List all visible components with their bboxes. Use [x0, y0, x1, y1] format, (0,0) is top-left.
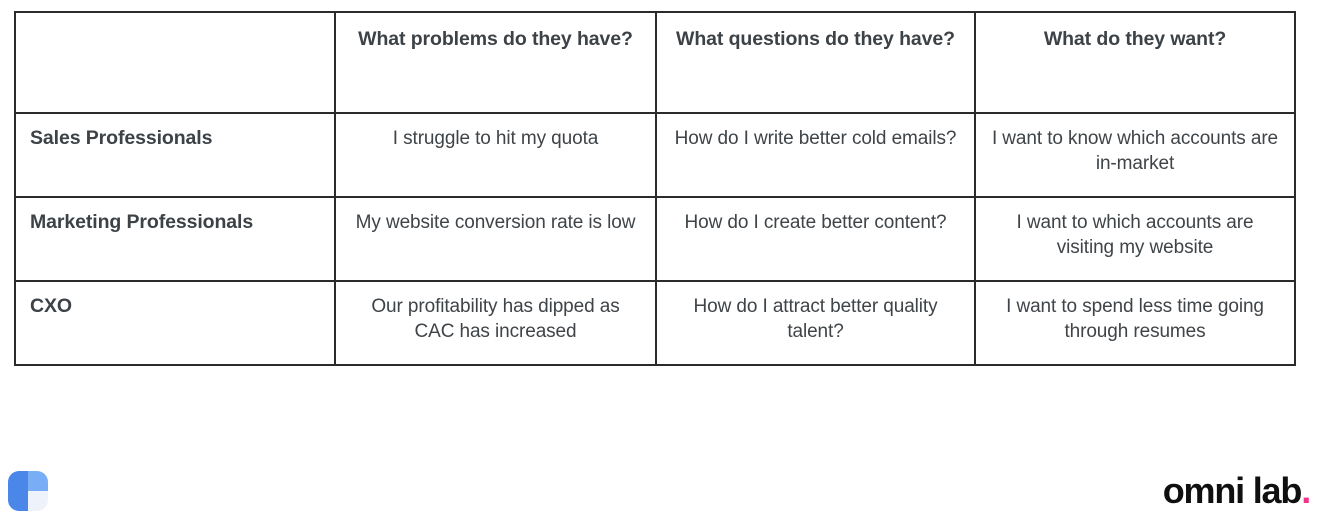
- wordmark-dot: .: [1301, 470, 1311, 511]
- row-label-marketing-professionals: Marketing Professionals: [14, 196, 336, 282]
- column-header-problems: What problems do they have?: [334, 11, 657, 114]
- table-corner-cell: [14, 11, 336, 114]
- column-header-wants: What do they want?: [974, 11, 1296, 114]
- wordmark-text: omni lab: [1162, 470, 1303, 511]
- cell-questions: How do I attract better quality talent?: [655, 280, 976, 366]
- cell-wants: I want to which accounts are visiting my…: [974, 196, 1296, 282]
- cell-problems: Our profitability has dipped as CAC has …: [334, 280, 657, 366]
- omnilab-wordmark: omni lab.: [1162, 469, 1311, 513]
- table-row: CXO Our profitability has dipped as CAC …: [14, 280, 1296, 366]
- table-row: Marketing Professionals My website conve…: [14, 196, 1296, 282]
- column-header-questions: What questions do they have?: [655, 11, 976, 114]
- logo-top-right-quadrant: [28, 471, 48, 491]
- omnilab-square-logo-icon: [8, 471, 48, 511]
- logo-left-half: [8, 471, 28, 511]
- row-label-cxo: CXO: [14, 280, 336, 366]
- logo-bottom-right-quadrant: [28, 491, 48, 511]
- row-label-sales-professionals: Sales Professionals: [14, 112, 336, 198]
- cell-questions: How do I create better content?: [655, 196, 976, 282]
- table-header-row: What problems do they have? What questio…: [14, 11, 1296, 114]
- persona-table-container: What problems do they have? What questio…: [14, 11, 1296, 366]
- persona-table: What problems do they have? What questio…: [14, 11, 1296, 366]
- cell-problems: I struggle to hit my quota: [334, 112, 657, 198]
- brand-footer: omni lab.: [0, 455, 1328, 524]
- cell-questions: How do I write better cold emails?: [655, 112, 976, 198]
- cell-wants: I want to know which accounts are in-mar…: [974, 112, 1296, 198]
- cell-wants: I want to spend less time going through …: [974, 280, 1296, 366]
- cell-problems: My website conversion rate is low: [334, 196, 657, 282]
- table-row: Sales Professionals I struggle to hit my…: [14, 112, 1296, 198]
